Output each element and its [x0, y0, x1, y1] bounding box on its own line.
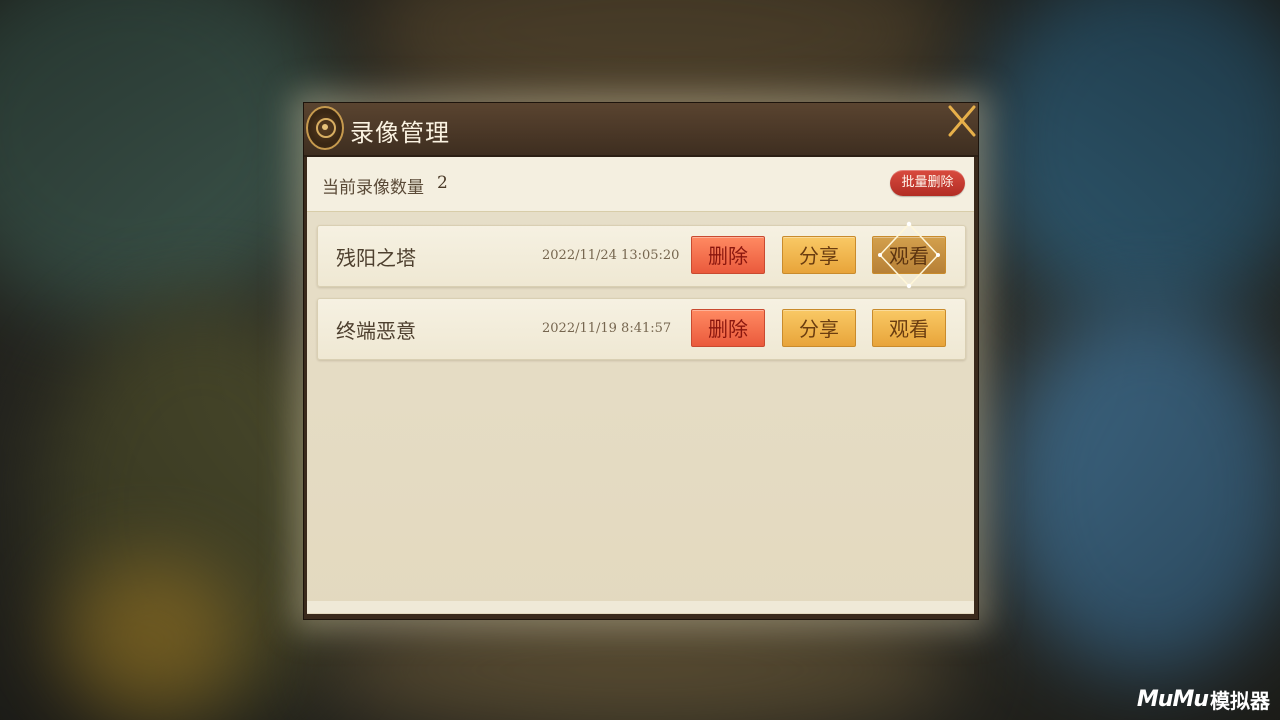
close-icon [948, 105, 976, 137]
recording-row: 终端恶意 2022/11/19 8:41:57 删除 分享 观看 [317, 298, 966, 360]
emulator-watermark: MuMu 模拟器 [1137, 685, 1270, 714]
recording-count-value: 2 [437, 173, 448, 193]
close-button[interactable] [944, 103, 980, 141]
recording-row: 残阳之塔 2022/11/24 13:05:20 删除 分享 观看 [317, 221, 966, 289]
recording-time: 2022/11/19 8:41:57 [542, 321, 672, 336]
recording-name: 残阳之塔 [336, 246, 416, 270]
batch-delete-button[interactable]: 批量删除 [890, 170, 965, 196]
watermark-logo: MuMu [1136, 687, 1209, 712]
recording-manager-dialog: 录像管理 当前录像数量 2 批量删除 残阳之塔 2022/11/24 13:05… [303, 102, 979, 620]
watch-button[interactable]: 观看 [872, 309, 946, 347]
watermark-text: 模拟器 [1210, 689, 1270, 713]
share-button[interactable]: 分享 [782, 236, 856, 274]
share-button[interactable]: 分享 [782, 309, 856, 347]
recording-count-label: 当前录像数量 [322, 178, 424, 198]
recording-time: 2022/11/24 13:05:20 [542, 248, 680, 263]
emblem-icon [306, 106, 344, 150]
dialog-body: 当前录像数量 2 批量删除 残阳之塔 2022/11/24 13:05:20 删… [307, 157, 974, 614]
delete-button[interactable]: 删除 [691, 309, 765, 347]
dialog-header: 录像管理 [304, 103, 978, 157]
recording-name: 终端恶意 [336, 319, 416, 343]
count-bar: 当前录像数量 2 批量删除 [307, 157, 974, 212]
dialog-footer [307, 601, 974, 613]
game-screen: 录像管理 当前录像数量 2 批量删除 残阳之塔 2022/11/24 13:05… [0, 0, 1280, 720]
dialog-title: 录像管理 [350, 119, 450, 147]
watch-button[interactable]: 观看 [872, 236, 946, 274]
delete-button[interactable]: 删除 [691, 236, 765, 274]
